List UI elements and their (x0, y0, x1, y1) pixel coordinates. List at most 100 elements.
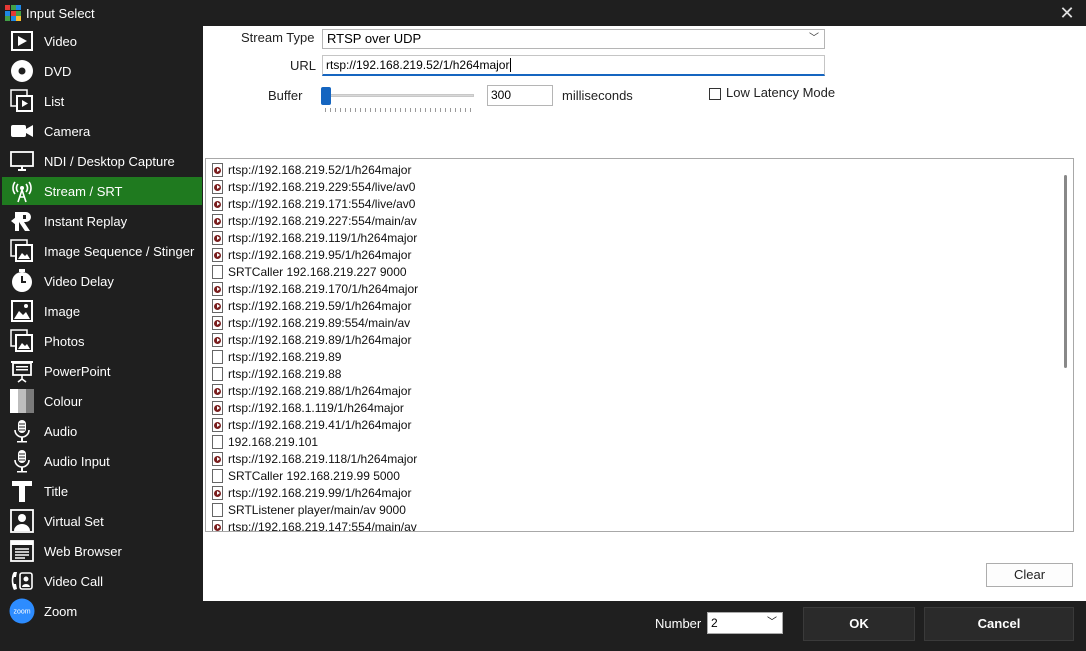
sidebar-item-list[interactable]: List (2, 87, 202, 115)
clear-button[interactable]: Clear (986, 563, 1073, 587)
stream-file-icon (212, 485, 223, 500)
list-item[interactable]: rtsp://192.168.219.95/1/h264major (212, 246, 411, 263)
sidebar-item-label: Video Call (44, 573, 104, 589)
sidebar-item-title[interactable]: Title (2, 477, 202, 505)
sidebar-item-label: Colour (44, 393, 83, 409)
sidebar-item-image-sequence-stinger[interactable]: Image Sequence / Stinger (2, 237, 202, 265)
microphone-input-icon (9, 448, 35, 474)
sidebar-item-audio[interactable]: Audio (2, 417, 202, 445)
phone-icon (9, 568, 35, 594)
sidebar-item-web-browser[interactable]: Web Browser (2, 537, 202, 565)
image-sequence-icon (9, 238, 35, 264)
stream-file-icon (212, 230, 223, 245)
list-item[interactable]: rtsp://192.168.219.89 (212, 348, 341, 365)
sidebar-item-powerpoint[interactable]: PowerPoint (2, 357, 202, 385)
number-label: Number (655, 616, 702, 631)
list-scrollbar[interactable] (1064, 175, 1067, 368)
list-item[interactable]: rtsp://192.168.1.119/1/h264major (212, 399, 404, 416)
url-input[interactable]: rtsp://192.168.219.52/1/h264major (322, 55, 825, 76)
list-item[interactable]: rtsp://192.168.219.52/1/h264major (212, 161, 411, 178)
list-item-text: rtsp://192.168.219.147:554/main/av (228, 519, 417, 532)
sidebar-item-virtual-set[interactable]: Virtual Set (2, 507, 202, 535)
list-item[interactable]: rtsp://192.168.219.88/1/h264major (212, 382, 411, 399)
cancel-button[interactable]: Cancel (924, 607, 1074, 641)
buffer-input[interactable]: 300 (487, 85, 553, 106)
list-item-text: rtsp://192.168.219.119/1/h264major (228, 230, 418, 245)
blank-file-icon (212, 468, 223, 483)
list-item[interactable]: rtsp://192.168.219.41/1/h264major (212, 416, 411, 433)
sidebar-item-photos[interactable]: Photos (2, 327, 202, 355)
person-icon (9, 508, 35, 534)
list-item-text: rtsp://192.168.219.118/1/h264major (228, 451, 418, 466)
list-item[interactable]: rtsp://192.168.219.59/1/h264major (212, 297, 411, 314)
list-item[interactable]: rtsp://192.168.219.170/1/h264major (212, 280, 418, 297)
list-item[interactable]: rtsp://192.168.219.229:554/live/av0 (212, 178, 415, 195)
list-item[interactable]: rtsp://192.168.219.89/1/h264major (212, 331, 411, 348)
sidebar-item-label: Instant Replay (44, 213, 128, 229)
list-item-text: rtsp://192.168.219.52/1/h264major (228, 162, 412, 177)
list-item-text: SRTCaller 192.168.219.99 5000 (228, 468, 400, 483)
buffer-slider-track[interactable] (321, 94, 474, 97)
sidebar-item-label: Web Browser (44, 543, 122, 559)
list-item[interactable]: rtsp://192.168.219.89:554/main/av (212, 314, 410, 331)
list-item[interactable]: SRTCaller 192.168.219.227 9000 (212, 263, 407, 280)
sidebar-item-video-delay[interactable]: Video Delay (2, 267, 202, 295)
svg-text:zoom: zoom (13, 609, 30, 616)
list-item[interactable]: rtsp://192.168.219.119/1/h264major (212, 229, 417, 246)
dvd-icon (9, 58, 35, 84)
sidebar-item-ndi-desktop-capture[interactable]: NDI / Desktop Capture (2, 147, 202, 175)
list-item-text: rtsp://192.168.219.88 (228, 366, 342, 381)
window-title: Input Select (26, 5, 95, 21)
list-item[interactable]: SRTCaller 192.168.219.99 5000 (212, 467, 400, 484)
close-icon[interactable]: ✕ (1056, 2, 1078, 24)
sidebar-item-video-call[interactable]: Video Call (2, 567, 202, 595)
stream-file-icon (212, 519, 223, 531)
list-item-text: rtsp://192.168.219.99/1/h264major (228, 485, 412, 500)
number-value: 2 (711, 616, 718, 630)
stream-type-select[interactable]: RTSP over UDP ﹀ (322, 29, 825, 49)
monitor-icon (9, 148, 35, 174)
number-select[interactable]: 2 ﹀ (707, 612, 783, 634)
title-bar: Input Select ✕ (0, 0, 1086, 26)
sidebar-item-camera[interactable]: Camera (2, 117, 202, 145)
list-item[interactable]: rtsp://192.168.219.147:554/main/av (212, 518, 417, 532)
list-item[interactable]: rtsp://192.168.219.171:554/live/av0 (212, 195, 415, 212)
list-item[interactable]: rtsp://192.168.219.118/1/h264major (212, 450, 417, 467)
buffer-slider-thumb[interactable] (321, 87, 331, 105)
list-item[interactable]: SRTListener player/main/av 9000 (212, 501, 406, 518)
sidebar-item-colour[interactable]: Colour (2, 387, 202, 415)
sidebar-item-label: NDI / Desktop Capture (44, 153, 175, 169)
stream-history-list[interactable]: rtsp://192.168.219.52/1/h264major rtsp://… (205, 158, 1074, 532)
sidebar-item-label: Image (44, 303, 81, 319)
list-item-text: rtsp://192.168.219.88/1/h264major (228, 383, 412, 398)
list-item-text: rtsp://192.168.219.171:554/live/av0 (228, 196, 416, 211)
sidebar-item-video[interactable]: Video (2, 27, 202, 55)
list-item[interactable]: rtsp://192.168.219.99/1/h264major (212, 484, 411, 501)
low-latency-checkbox[interactable] (709, 88, 721, 100)
sidebar-item-image[interactable]: Image (2, 297, 202, 325)
stream-file-icon (212, 417, 223, 432)
sidebar-item-zoom[interactable]: zoom Zoom (2, 597, 202, 625)
antenna-icon (9, 178, 35, 204)
list-item[interactable]: rtsp://192.168.219.227:554/main/av (212, 212, 417, 229)
stream-file-icon (212, 213, 223, 228)
buffer-slider-ticks (325, 108, 473, 112)
sidebar-item-label: PowerPoint (44, 363, 111, 379)
ok-button[interactable]: OK (803, 607, 915, 641)
stream-file-icon (212, 196, 223, 211)
stream-file-icon (212, 383, 223, 398)
stream-file-icon (212, 247, 223, 262)
sidebar-item-label: Zoom (44, 603, 78, 619)
stream-type-value: RTSP over UDP (327, 31, 422, 46)
stream-file-icon (212, 281, 223, 296)
sidebar-item-stream-srt[interactable]: Stream / SRT (2, 177, 202, 205)
list-item-text: rtsp://192.168.219.95/1/h264major (228, 247, 412, 262)
sidebar-item-instant-replay[interactable]: Instant Replay (2, 207, 202, 235)
list-item-text: rtsp://192.168.219.89 (228, 349, 342, 364)
list-item[interactable]: 192.168.219.101 (212, 433, 318, 450)
list-item[interactable]: rtsp://192.168.219.88 (212, 365, 341, 382)
list-item-text: rtsp://192.168.1.119/1/h264major (228, 400, 404, 415)
sidebar-item-audio-input[interactable]: Audio Input (2, 447, 202, 475)
chevron-down-icon: ﹀ (767, 617, 777, 628)
sidebar-item-dvd[interactable]: DVD (2, 57, 202, 85)
